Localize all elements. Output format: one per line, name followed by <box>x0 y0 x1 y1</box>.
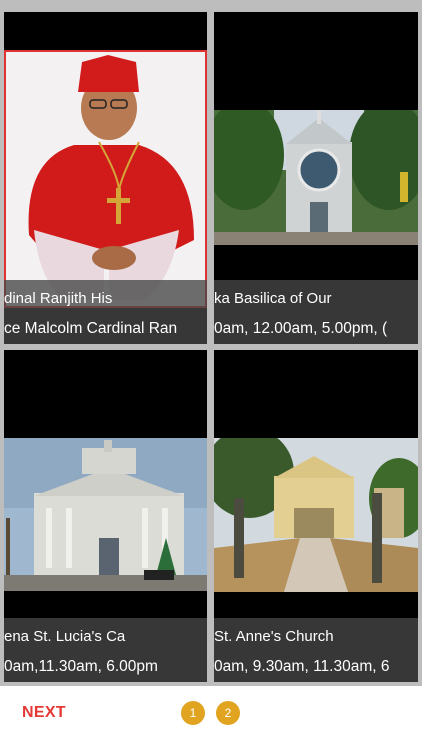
next-button[interactable]: NEXT <box>22 704 66 722</box>
church-grid: dinal Ranjith His ce Malcolm Cardinal Ra… <box>0 0 422 686</box>
church-card[interactable]: St. Anne's Church 0am, 9.30am, 11.30am, … <box>214 350 418 682</box>
card-subtitle: 0am,11.30am, 6.00pm <box>4 658 158 675</box>
card-title: dinal Ranjith His <box>4 290 113 307</box>
bottom-navigation: NEXT 1 2 <box>0 686 422 750</box>
church-card[interactable]: dinal Ranjith His ce Malcolm Cardinal Ra… <box>4 12 207 344</box>
page-button-2[interactable]: 2 <box>216 701 240 725</box>
st-lucia-cathedral-image <box>4 438 207 591</box>
church-card[interactable]: ena St. Lucia's Ca 0am,11.30am, 6.00pm <box>4 350 207 682</box>
card-title: ena St. Lucia's Ca <box>4 628 126 645</box>
card-caption: dinal Ranjith His ce Malcolm Cardinal Ra… <box>4 280 207 344</box>
card-subtitle: ce Malcolm Cardinal Ran <box>4 320 178 337</box>
card-subtitle: 0am, 12.00am, 5.00pm, ( <box>214 320 388 337</box>
cardinal-portrait-image <box>4 50 207 308</box>
st-annes-church-image <box>214 438 418 592</box>
page-button-1[interactable]: 1 <box>181 701 205 725</box>
card-caption: St. Anne's Church 0am, 9.30am, 11.30am, … <box>214 618 418 682</box>
card-title: ka Basilica of Our <box>214 290 332 307</box>
card-subtitle: 0am, 9.30am, 11.30am, 6 <box>214 658 390 675</box>
basilica-image <box>214 110 418 245</box>
card-title: St. Anne's Church <box>214 628 334 645</box>
card-caption: ka Basilica of Our 0am, 12.00am, 5.00pm,… <box>214 280 418 344</box>
card-caption: ena St. Lucia's Ca 0am,11.30am, 6.00pm <box>4 618 207 682</box>
church-card[interactable]: ka Basilica of Our 0am, 12.00am, 5.00pm,… <box>214 12 418 344</box>
